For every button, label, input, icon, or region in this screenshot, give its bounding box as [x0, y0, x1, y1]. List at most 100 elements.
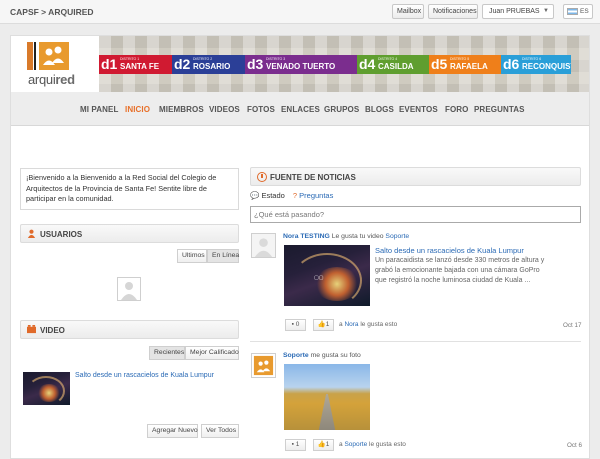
tab-preguntas[interactable]: ? Preguntas: [293, 191, 333, 200]
tab-estado[interactable]: 💬 Estado: [250, 191, 287, 200]
district-city: CASILDA: [378, 62, 414, 71]
feed-avatar-soporte[interactable]: [251, 353, 276, 378]
tab-recientes[interactable]: Recientes: [149, 346, 185, 360]
chevron-down-icon: ▼: [543, 8, 549, 14]
feed-item-2-photo[interactable]: [284, 364, 370, 430]
banner: arquired d1 DISTRITO 1 SANTA FE d2 DISTRITO …: [11, 36, 589, 92]
feed-divider: [250, 341, 581, 342]
feed-avatar-nora[interactable]: [251, 233, 276, 258]
language-select[interactable]: ES: [563, 4, 593, 19]
nav-item-inicio[interactable]: INICIO: [125, 105, 150, 114]
district-city: RECONQUISTA: [522, 62, 571, 71]
tab-mejor-calificado[interactable]: Mejor Calificado: [185, 346, 239, 360]
main-nav: MI PANEL INICIO MIEMBROS VIDEOS FOTOS ENLACES…: [11, 92, 589, 126]
feed-item-2-meta: Soporte me gusta su foto: [283, 352, 361, 359]
district-d4[interactable]: d4 DISTRITO 4 CASILDA: [357, 55, 429, 74]
feed-item-1-video-thumbnail[interactable]: ▢▢: [284, 245, 370, 306]
like-button[interactable]: 👍1: [313, 319, 334, 331]
user-icon: [27, 229, 36, 238]
district-d5[interactable]: d5 DISTRITO 5 RAFAELA: [429, 55, 501, 74]
district-label: DISTRITO 6: [522, 57, 542, 61]
nav-item-miembros[interactable]: MIEMBROS: [159, 105, 204, 114]
welcome-message: ¡Bienvenido a la Bienvenido a la Red Soc…: [20, 168, 239, 210]
district-city: RAFAELA: [450, 62, 488, 71]
video-item-title[interactable]: Salto desde un rascacielos de Kuala Lump…: [75, 372, 214, 379]
speech-bubble-icon: 💬: [250, 191, 260, 200]
mailbox-button[interactable]: Mailbox: [392, 4, 424, 19]
feed-item-1-date: Oct 17: [563, 322, 582, 329]
district-number: d4: [359, 56, 376, 72]
district-label: DISTRITO 4: [378, 57, 398, 61]
tab-ultimos[interactable]: Ultimos: [177, 249, 207, 263]
logo[interactable]: arquired: [11, 36, 99, 92]
feed-item-1-target[interactable]: Soporte: [385, 233, 409, 240]
district-number: d2: [174, 56, 191, 72]
district-number: d1: [101, 56, 118, 72]
feed-item-1-likes-text: a Nora le gusta esto: [339, 321, 398, 328]
like-button[interactable]: 👍1: [313, 439, 334, 451]
comment-icon: ▪: [291, 321, 294, 328]
district-d2[interactable]: d2 DISTRITO 2 ROSARIO: [172, 55, 245, 74]
district-d6[interactable]: d6DISTRITO 6RECONQUISTA: [501, 55, 571, 74]
news-overlay-logo: ▢▢: [314, 275, 324, 281]
comment-button[interactable]: ▪ 0: [285, 319, 306, 331]
feed-item-2-likes-text: a Soporte le gusta esto: [339, 441, 406, 448]
view-all-videos-button[interactable]: Ver Todos: [201, 424, 239, 438]
district-label: DISTRITO 5: [450, 57, 470, 61]
liked-by-link[interactable]: Nora: [344, 321, 358, 328]
user-menu-select[interactable]: Juan PRUEBAS ▼: [482, 4, 554, 19]
nav-item-foro[interactable]: FORO: [445, 105, 469, 114]
feed-item-1-meta: Nora TESTING Le gusta tu video Soporte: [283, 233, 410, 240]
nav-item-grupos[interactable]: GRUPOS: [324, 105, 359, 114]
nav-item-fotos[interactable]: FOTOS: [247, 105, 275, 114]
district-d1[interactable]: d1 DISTRITO 1 SANTA FE: [99, 55, 172, 74]
user-name: Juan PRUEBAS: [489, 8, 540, 15]
breadcrumb: CAPSF > ARQUIRED: [10, 7, 94, 17]
nav-item-videos[interactable]: VIDEOS: [209, 105, 240, 114]
liked-by-link[interactable]: Soporte: [344, 441, 367, 448]
status-input[interactable]: ¿Qué está pasando?: [250, 206, 581, 223]
nav-item-eventos[interactable]: EVENTOS: [399, 105, 438, 114]
avatar-placeholder-icon: [118, 278, 140, 300]
feed-item-1-user[interactable]: Nora TESTING: [283, 233, 330, 240]
district-label: DISTRITO 1: [120, 57, 140, 61]
district-d3[interactable]: d3 DISTRITO 3 VENADO TUERTO: [245, 55, 357, 74]
thumbs-up-icon: 👍: [317, 441, 326, 448]
feed-item-2-user[interactable]: Soporte: [283, 352, 309, 359]
feed-item-2-date: Oct 6: [567, 442, 583, 449]
district-number: d6: [503, 56, 520, 72]
page-container: arquired d1 DISTRITO 1 SANTA FE d2 DISTRITO …: [10, 35, 590, 459]
video-title: VIDEO: [40, 326, 65, 335]
help-icon: ?: [292, 191, 298, 200]
usuarios-title: USUARIOS: [40, 230, 83, 239]
nav-item-preguntas[interactable]: PREGUNTAS: [474, 105, 525, 114]
video-icon: [27, 325, 36, 334]
feed-title: FUENTE DE NOTICIAS: [270, 173, 356, 182]
comment-icon: ▪: [291, 441, 294, 448]
nav-item-blogs[interactable]: BLOGS: [365, 105, 394, 114]
avatar-placeholder-icon: [252, 234, 275, 257]
thumbs-up-icon: 👍: [317, 321, 326, 328]
soporte-logo-icon: [252, 354, 275, 377]
notifications-button[interactable]: Notificaciones: [428, 4, 478, 19]
logo-text: arquired: [28, 72, 75, 87]
feed-item-1-description: Un paracaidista se lanzó desde 330 metro…: [375, 257, 545, 284]
feed-panel-header: FUENTE DE NOTICIAS: [250, 167, 581, 186]
district-number: d3: [247, 56, 264, 72]
comment-button[interactable]: ▪ 1: [285, 439, 306, 451]
district-number: d5: [431, 56, 448, 72]
feed-item-1-title[interactable]: Salto desde un rascacielos de Kuala Lump…: [375, 246, 524, 255]
usuarios-panel-header: USUARIOS: [20, 224, 239, 243]
nav-item-enlaces[interactable]: ENLACES: [281, 105, 320, 114]
video-thumbnail[interactable]: [23, 372, 70, 405]
post-type-tabs: 💬 Estado ? Preguntas: [250, 191, 333, 200]
user-avatar[interactable]: [117, 277, 141, 301]
add-video-button[interactable]: Agregar Nuevo: [147, 424, 198, 438]
tab-en-linea[interactable]: En Línea: [207, 249, 239, 263]
flag-icon: [567, 8, 578, 15]
logo-icon: [27, 42, 69, 70]
district-city: VENADO TUERTO: [266, 62, 336, 71]
district-bar: d1 DISTRITO 1 SANTA FE d2 DISTRITO 2 ROSARIO d…: [99, 55, 571, 74]
nav-item-mi-panel[interactable]: MI PANEL: [80, 105, 118, 114]
video-panel-header: VIDEO: [20, 320, 239, 339]
